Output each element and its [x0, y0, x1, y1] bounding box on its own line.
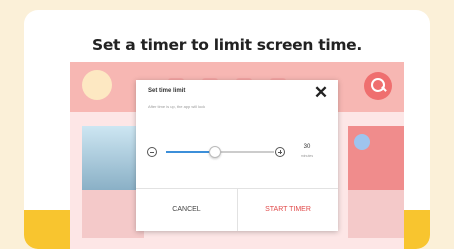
plus-icon[interactable] [275, 147, 285, 157]
app-avatar-icon[interactable] [82, 70, 112, 100]
video-caption-right [348, 190, 404, 238]
video-thumbnail-right[interactable] [348, 126, 404, 190]
dialog-subtitle: After time is up, the app will lock [148, 104, 206, 109]
close-icon[interactable]: ✕ [311, 83, 331, 103]
timer-value: 30 [303, 144, 311, 150]
search-icon[interactable] [364, 72, 392, 100]
timer-slider-thumb[interactable] [209, 146, 221, 158]
video-caption-left [82, 190, 144, 238]
headline: Set a timer to limit screen time. [91, 36, 362, 54]
timer-unit: minutes [300, 154, 314, 158]
timer-slider-fill [166, 151, 215, 153]
start-timer-button[interactable]: START TIMER [238, 189, 338, 231]
time-limit-dialog: Set time limit After time is up, the app… [136, 80, 338, 231]
dialog-title: Set time limit [148, 88, 186, 94]
minus-icon[interactable] [147, 147, 157, 157]
video-thumbnail-left[interactable] [82, 126, 144, 190]
cancel-button[interactable]: CANCEL [136, 189, 237, 231]
